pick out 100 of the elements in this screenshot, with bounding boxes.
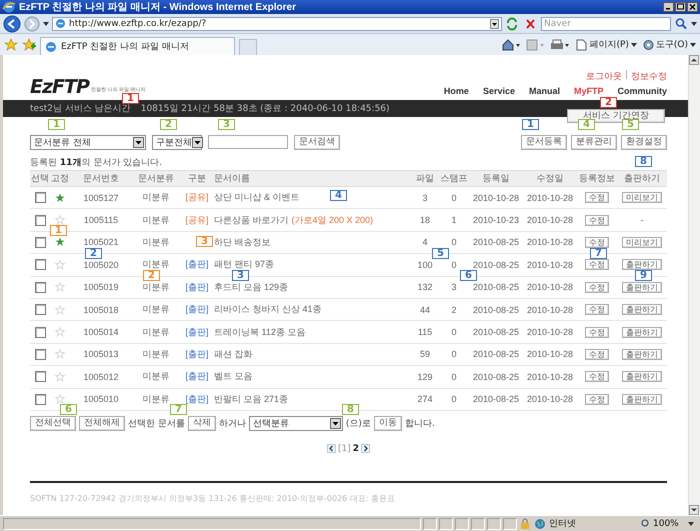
document-title-link[interactable]: 패션 잡화 <box>214 348 253 361</box>
checkbox[interactable] <box>34 236 46 248</box>
move-button[interactable]: 이동 <box>374 416 402 432</box>
document-title-link[interactable]: 후드티 모음 129종 <box>214 280 288 294</box>
page-link[interactable]: 2 <box>352 444 359 454</box>
scroll-down-button[interactable] <box>689 505 699 515</box>
checkbox[interactable] <box>34 214 46 226</box>
edit-button[interactable]: 수정 <box>585 192 609 204</box>
nav-link[interactable]: MyFTP <box>574 86 604 96</box>
star-icon[interactable] <box>55 282 65 292</box>
search-button[interactable]: 문서검색 <box>294 134 340 150</box>
publish-button[interactable]: 출판하기 <box>622 304 662 316</box>
next-page-button[interactable] <box>361 444 370 454</box>
edit-button[interactable]: 수정 <box>585 214 609 226</box>
checkbox[interactable] <box>34 282 46 293</box>
nav-link[interactable]: Community <box>618 86 667 96</box>
publish-button[interactable]: 출판하기 <box>622 348 662 360</box>
checkbox[interactable] <box>34 259 46 270</box>
document-title-link[interactable]: 리바이스 청바지 신상 41종 <box>214 303 322 316</box>
star-icon[interactable] <box>55 304 65 315</box>
checkbox[interactable] <box>34 371 46 382</box>
edit-button[interactable]: 수정 <box>585 282 609 293</box>
action-button[interactable]: 분류관리 <box>571 134 617 150</box>
back-button[interactable] <box>3 14 21 32</box>
pinned-star-icon[interactable] <box>55 192 65 203</box>
logo[interactable]: EzFTP <box>30 77 89 97</box>
nav-link[interactable]: Service <box>482 86 515 96</box>
bulk-text: 합니다. <box>404 418 435 430</box>
document-title-link[interactable]: 패턴 팬티 97종 <box>214 258 274 272</box>
dropdown-icon[interactable] <box>490 18 499 28</box>
search-field[interactable] <box>208 135 288 149</box>
publish-button[interactable]: 출판하기 <box>622 282 662 293</box>
callout-marker: 1 <box>122 93 139 104</box>
scrollbar[interactable] <box>688 55 700 515</box>
nav-link[interactable]: Manual <box>528 86 560 96</box>
type-select[interactable]: 구분전체 <box>152 134 202 150</box>
edit-button[interactable]: 수정 <box>585 236 609 248</box>
table-cell-text: 44 <box>418 304 431 315</box>
publish-button[interactable]: 출판하기 <box>622 326 662 338</box>
profile-link[interactable]: 정보수정 <box>631 70 667 83</box>
document-title-link[interactable]: 반팔티 모음 271종 <box>214 392 288 406</box>
star-icon[interactable] <box>55 327 65 338</box>
deselect-all-button[interactable]: 전체해제 <box>79 416 125 432</box>
checkbox[interactable] <box>34 192 46 204</box>
checkbox[interactable] <box>34 326 46 338</box>
star-icon[interactable] <box>55 215 65 226</box>
address-field[interactable]: http://www.ezftp.co.kr/ezapp/? <box>52 16 502 30</box>
document-title-link[interactable]: 트레이닝복 112종 모음 <box>214 326 306 339</box>
print-icon[interactable] <box>550 38 570 50</box>
publish-button[interactable]: 미리보기 <box>622 192 662 204</box>
dropdown-icon[interactable] <box>691 22 697 26</box>
star-icon[interactable] <box>55 372 65 382</box>
delete-button[interactable]: 삭제 <box>188 416 216 432</box>
select-all-button[interactable]: 전체선택 <box>30 416 76 432</box>
edit-button[interactable]: 수정 <box>585 348 609 360</box>
search-icon[interactable] <box>674 17 688 30</box>
dropdown-icon[interactable] <box>43 22 49 26</box>
category-select[interactable]: 문서분류 전체 <box>30 134 146 150</box>
page-menu[interactable]: 페이지(P) <box>576 38 637 51</box>
table-cell-text: 18 <box>418 215 431 226</box>
previous-page-button[interactable] <box>326 444 336 454</box>
edit-button[interactable]: 수정 <box>585 326 609 338</box>
favorites-star-icon[interactable] <box>4 38 18 52</box>
gear-icon <box>642 38 654 50</box>
refresh-button[interactable] <box>505 16 520 30</box>
edit-button[interactable]: 수정 <box>585 371 609 382</box>
edit-button[interactable]: 수정 <box>585 259 609 270</box>
checkbox[interactable] <box>34 348 46 360</box>
table-cell-text: 0 <box>450 327 458 338</box>
publish-button[interactable]: 출판하기 <box>622 259 662 270</box>
document-title-link[interactable]: 하단 배송정보 <box>214 236 271 249</box>
checkbox[interactable] <box>34 304 46 316</box>
star-icon[interactable] <box>55 349 65 360</box>
edit-button[interactable]: 수정 <box>585 304 609 316</box>
logout-link[interactable]: 로그아웃 <box>586 70 622 83</box>
star-icon[interactable] <box>55 394 65 404</box>
document-title-link[interactable]: 상단 미니샵 & 이벤트 <box>214 191 300 204</box>
add-favorite-icon[interactable] <box>22 38 36 52</box>
browser-tab[interactable]: EzFTP 친절한 나의 파일 매니저 <box>40 37 235 55</box>
publish-button[interactable]: 미리보기 <box>622 236 662 248</box>
nav-link[interactable]: Home <box>444 86 469 96</box>
checkbox[interactable] <box>34 394 46 405</box>
publish-button[interactable]: 출판하기 <box>622 371 662 382</box>
zoom-control[interactable]: 100% <box>641 518 697 528</box>
star-icon[interactable] <box>55 260 65 270</box>
pinned-star-icon[interactable] <box>55 237 65 248</box>
tools-menu[interactable]: 도구(O) <box>642 38 696 51</box>
folder-select[interactable]: 선택분류 <box>248 416 343 432</box>
maximize-button[interactable] <box>675 2 686 12</box>
scroll-up-button[interactable] <box>689 55 699 65</box>
action-button[interactable]: 문서등록 <box>521 134 567 150</box>
close-button[interactable] <box>687 2 698 12</box>
publish-button[interactable]: 출판하기 <box>622 394 662 405</box>
edit-button[interactable]: 수정 <box>585 394 609 405</box>
document-title-link[interactable]: 벨트 모음 <box>214 370 253 384</box>
home-icon[interactable] <box>502 38 520 50</box>
action-button[interactable]: 환경설정 <box>621 134 667 150</box>
table-cell-text: 0 <box>450 237 458 248</box>
document-title-link[interactable]: 다른상품 바로가기 <box>214 214 289 227</box>
minimize-button[interactable] <box>663 2 674 12</box>
